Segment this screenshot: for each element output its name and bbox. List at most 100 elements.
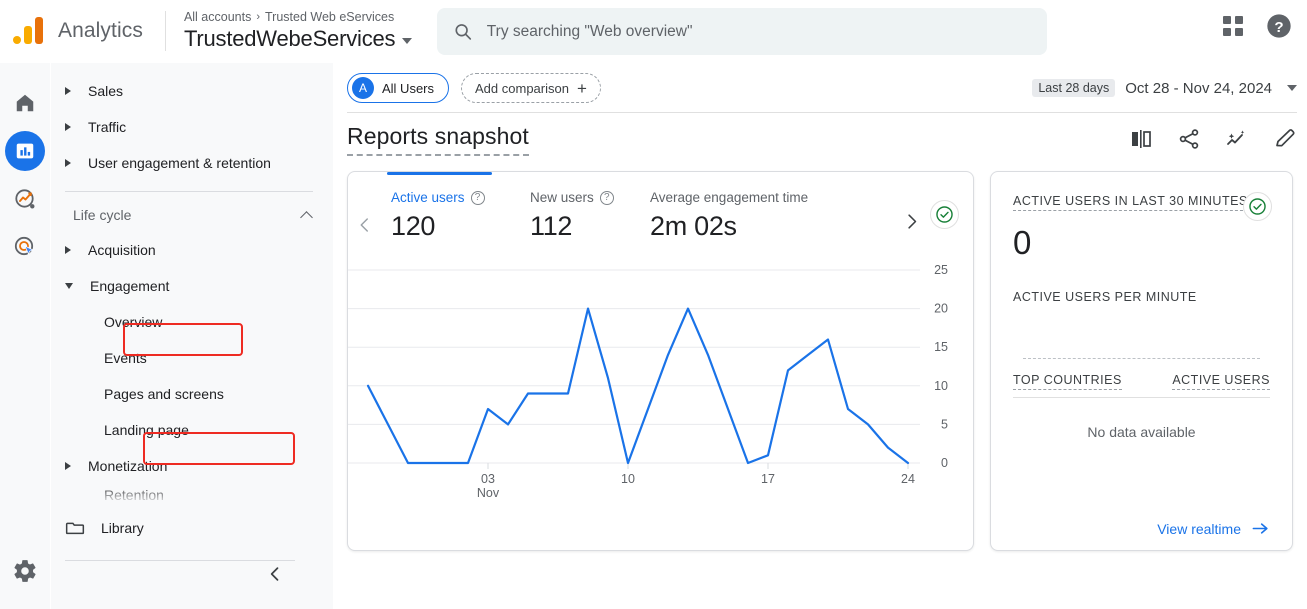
metric-label-text: New users (530, 190, 594, 205)
add-comparison-label: Add comparison (475, 80, 569, 96)
help-question-icon[interactable]: ? (1265, 12, 1293, 40)
chart-x-axis-labels: 03Nov 10 17 24 (477, 463, 915, 500)
chevron-right-icon (65, 462, 71, 470)
data-status-badge[interactable] (930, 200, 959, 229)
svg-text:?: ? (1274, 19, 1283, 36)
sidebar-nav: Sales Traffic User engagement & retentio… (51, 63, 333, 609)
sidebar-item-acquisition[interactable]: Acquisition (51, 232, 333, 268)
sidebar-item-library[interactable]: Library (51, 510, 333, 546)
sidebar-item-pages-and-screens[interactable]: Pages and screens (51, 376, 333, 412)
help-circle-icon[interactable]: ? (470, 190, 485, 205)
svg-text:24: 24 (901, 472, 915, 486)
help-circle-icon[interactable]: ? (599, 190, 614, 205)
realtime-status-badge[interactable] (1243, 192, 1272, 221)
sidebar-item-label: Events (104, 350, 147, 366)
chart-y-axis-labels: 0 5 10 15 20 25 (934, 263, 948, 470)
sidebar-collapse-button[interactable] (265, 564, 285, 589)
sidebar-item-retention[interactable]: Retention (51, 484, 333, 506)
metric-tab-new-users[interactable]: New users ? 112 (530, 190, 650, 242)
sidebar-item-landing-page[interactable]: Landing page (51, 412, 333, 448)
metric-tab-active-users[interactable]: Active users ? 120 (382, 172, 530, 242)
sidebar-item-user-engagement-retention[interactable]: User engagement & retention (51, 145, 333, 181)
sidebar-item-overview[interactable]: Overview (51, 304, 333, 340)
sidebar-section-life-cycle[interactable]: Life cycle (51, 198, 333, 232)
chevron-down-icon (65, 283, 73, 289)
sidebar-item-label: Pages and screens (104, 386, 224, 402)
column-header-top-countries[interactable]: TOP COUNTRIES (1013, 373, 1122, 390)
date-range-selector[interactable]: Last 28 days Oct 28 - Nov 24, 2024 (1032, 79, 1297, 97)
svg-text:25: 25 (934, 263, 948, 277)
svg-text:10: 10 (934, 379, 948, 393)
comparison-bar: A All Users Add comparison + Last 28 day… (333, 63, 1307, 113)
sidebar-item-label: Overview (104, 314, 163, 330)
sidebar-item-sales[interactable]: Sales (51, 73, 333, 109)
sidebar-item-monetization[interactable]: Monetization (51, 448, 333, 484)
realtime-active-users-value: 0 (1013, 224, 1031, 261)
property-name: TrustedWebeServices (183, 26, 396, 51)
chevron-down-icon[interactable] (402, 38, 413, 44)
active-tab-indicator (387, 172, 492, 175)
page-title[interactable]: Reports snapshot (347, 123, 529, 156)
metric-label: Average engagement time (650, 190, 856, 205)
sidebar-bottom-divider (65, 560, 295, 561)
metric-label-text: Average engagement time (650, 190, 809, 205)
sidebar-section-label: Life cycle (73, 207, 132, 223)
metric-value: 2m 02s (650, 211, 737, 241)
sidebar-divider (65, 191, 313, 192)
report-actions (1129, 127, 1297, 151)
insights-sparkle-icon[interactable] (1225, 127, 1249, 151)
search-bar[interactable] (437, 8, 1047, 55)
svg-text:Nov: Nov (477, 486, 500, 500)
google-analytics-logo (12, 14, 46, 48)
breadcrumb-separator: › (256, 11, 261, 23)
chevron-right-icon (65, 123, 71, 131)
rail-item-home[interactable] (5, 83, 45, 123)
rail-item-reports[interactable] (5, 131, 45, 171)
edit-pencil-icon[interactable] (1273, 127, 1297, 151)
sidebar-item-engagement[interactable]: Engagement (51, 268, 333, 304)
realtime-dashed-divider (1023, 358, 1260, 359)
sidebar-item-traffic[interactable]: Traffic (51, 109, 333, 145)
view-realtime-label: View realtime (1157, 520, 1241, 537)
rail-item-explore[interactable] (5, 179, 45, 219)
active-users-chart[interactable]: 0 5 10 15 20 25 03 Nov 10 17 24 (348, 258, 975, 508)
rail-item-advertising[interactable] (5, 227, 45, 267)
sidebar-item-label: User engagement & retention (88, 155, 271, 171)
folder-icon (65, 522, 85, 535)
metric-value: 120 (391, 211, 436, 241)
date-range-text: Oct 28 - Nov 24, 2024 (1125, 79, 1272, 97)
date-preset-badge: Last 28 days (1032, 79, 1116, 97)
search-input[interactable] (486, 22, 1031, 41)
page-title-row: Reports snapshot (333, 113, 1307, 165)
breadcrumb-account[interactable]: Trusted Web eServices (265, 9, 394, 25)
all-users-label: All Users (382, 80, 435, 96)
sidebar-item-label: Acquisition (88, 242, 156, 258)
account-selector[interactable]: All accounts › Trusted Web eServices Tru… (183, 9, 413, 53)
caret-down-icon[interactable] (1287, 85, 1297, 91)
breadcrumb: All accounts › Trusted Web eServices (184, 9, 412, 25)
property-row[interactable]: TrustedWebeServices (183, 25, 413, 53)
column-header-active-users[interactable]: ACTIVE USERS (1172, 373, 1270, 390)
arrow-right-icon (1252, 523, 1268, 534)
chevron-left-icon (360, 218, 368, 232)
realtime-no-data-message: No data available (1087, 424, 1196, 440)
breadcrumb-all-accounts[interactable]: All accounts (184, 9, 251, 25)
svg-text:10: 10 (621, 472, 635, 486)
rail-item-settings[interactable] (12, 558, 38, 589)
add-comparison-button[interactable]: Add comparison + (461, 73, 601, 103)
brand-title: Analytics (58, 19, 143, 42)
metric-prev-button[interactable] (348, 190, 382, 234)
all-users-chip[interactable]: A All Users (347, 73, 450, 103)
metric-next-button[interactable] (902, 212, 921, 236)
metric-tab-avg-engagement-time[interactable]: Average engagement time 2m 02s (650, 190, 866, 242)
share-icon[interactable] (1177, 127, 1201, 151)
sidebar-item-label: Monetization (88, 458, 168, 474)
apps-grid-icon[interactable] (1223, 16, 1243, 36)
chevron-up-icon[interactable] (300, 210, 313, 224)
header-actions: ? (1223, 12, 1293, 40)
compare-split-icon[interactable] (1129, 127, 1153, 151)
realtime-header-rule (1013, 397, 1270, 398)
view-realtime-link[interactable]: View realtime (1157, 519, 1270, 538)
sidebar-item-events[interactable]: Events (51, 340, 333, 376)
realtime-title[interactable]: ACTIVE USERS IN LAST 30 MINUTES (1013, 194, 1248, 211)
